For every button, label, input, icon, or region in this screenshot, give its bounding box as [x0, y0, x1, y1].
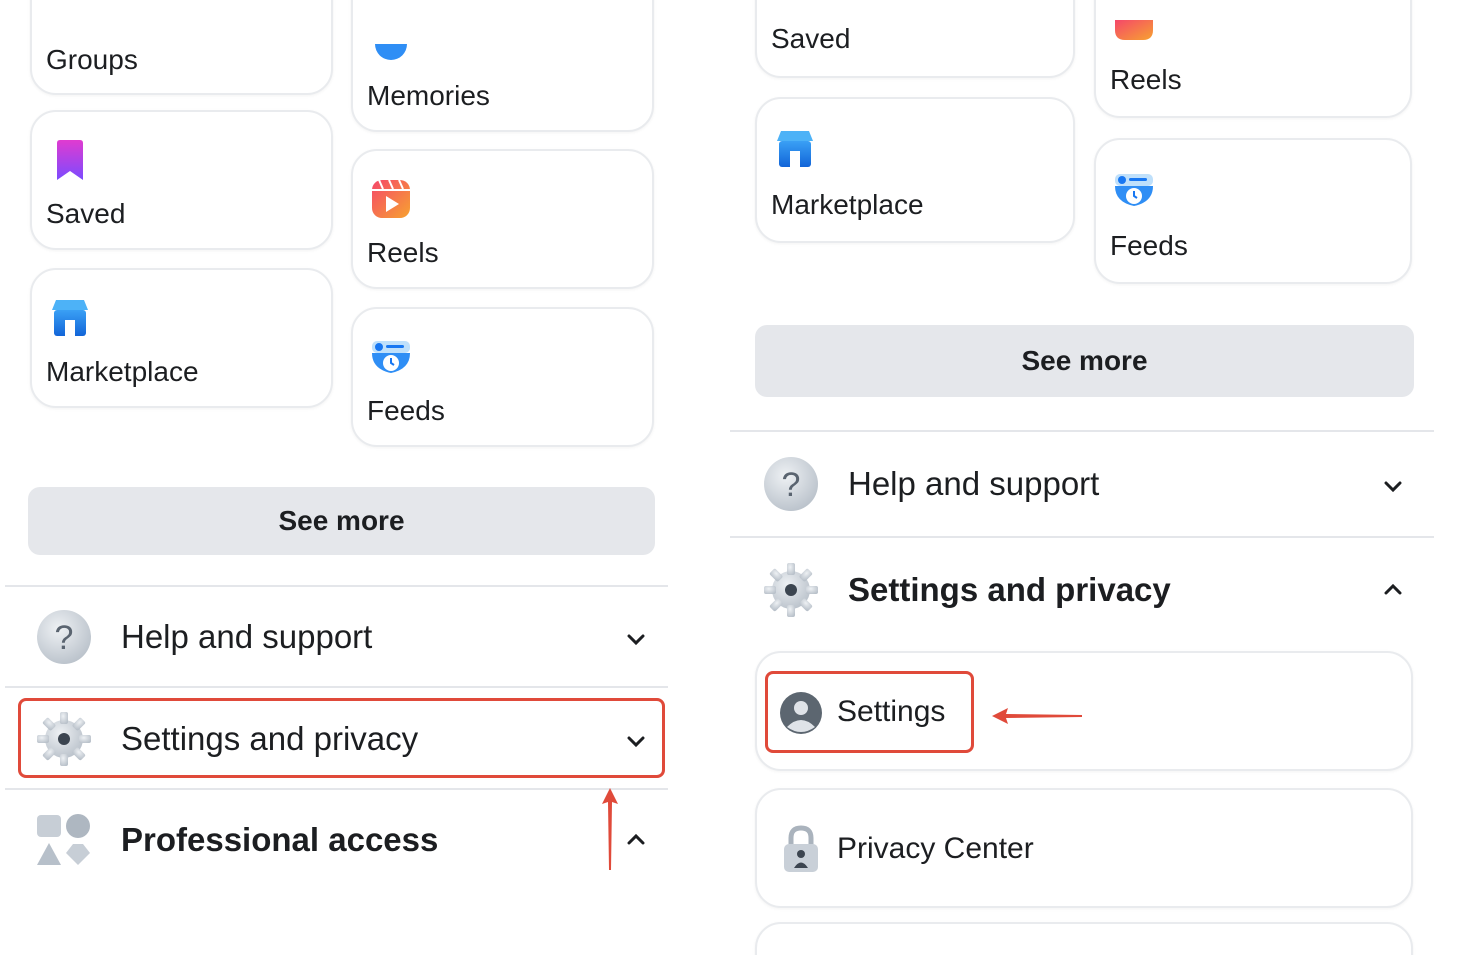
help-question-icon: ? — [37, 610, 91, 664]
tile-saved[interactable]: Saved — [30, 110, 333, 250]
divider — [5, 686, 668, 688]
professional-access-icon — [37, 814, 90, 865]
tile-feeds[interactable]: Feeds — [1094, 138, 1412, 284]
tile-groups-label: Groups — [46, 44, 138, 75]
memories-icon — [375, 44, 407, 60]
highlight-box — [765, 671, 974, 753]
marketplace-store-icon — [52, 300, 88, 336]
submenu-privacy-center-label: Privacy Center — [837, 832, 1034, 865]
tile-marketplace-label: Marketplace — [771, 189, 924, 220]
submenu-privacy-center[interactable]: Privacy Center — [755, 788, 1413, 908]
chevron-down-icon[interactable] — [625, 628, 647, 650]
privacy-lock-icon — [784, 825, 818, 872]
tile-marketplace[interactable]: Marketplace — [755, 97, 1075, 243]
svg-text:?: ? — [782, 466, 801, 504]
divider — [730, 430, 1434, 432]
feeds-icon — [372, 341, 410, 373]
divider — [5, 585, 668, 587]
left-panel: Groups Memories Saved Reels Marketplace — [0, 0, 668, 955]
chevron-up-icon[interactable] — [1382, 579, 1404, 601]
tile-saved-label: Saved — [46, 198, 126, 229]
menu-professional-access[interactable]: Professional access — [35, 811, 665, 869]
chevron-down-icon[interactable] — [1382, 475, 1404, 497]
chevron-up-icon[interactable] — [625, 829, 647, 851]
tile-saved[interactable]: Saved — [755, 0, 1075, 78]
tile-feeds-label: Feeds — [1110, 230, 1188, 261]
menu-settings-privacy-label: Settings and privacy — [848, 571, 1171, 608]
marketplace-store-icon — [777, 131, 813, 167]
menu-help-support-label: Help and support — [848, 465, 1100, 502]
tile-groups[interactable]: Groups — [30, 0, 333, 95]
see-more-button[interactable]: See more — [755, 325, 1414, 397]
tile-feeds[interactable]: Feeds — [351, 307, 654, 447]
menu-help-support[interactable]: ? Help and support — [35, 608, 665, 666]
divider — [730, 536, 1434, 538]
annotation-arrow-icon — [992, 708, 1082, 724]
settings-gear-icon — [764, 563, 818, 617]
tile-reels[interactable]: Reels — [1094, 0, 1412, 118]
tile-saved-label: Saved — [771, 23, 851, 54]
feeds-icon — [1115, 174, 1153, 206]
tile-reels-label: Reels — [1110, 64, 1182, 95]
annotation-arrow-icon — [602, 788, 618, 870]
menu-help-support-label: Help and support — [121, 618, 373, 655]
see-more-button[interactable]: See more — [28, 487, 655, 555]
right-panel: Saved Reels Marketplace Feeds See more ?… — [730, 0, 1440, 955]
menu-settings-privacy[interactable]: Settings and privacy — [762, 561, 1417, 619]
tile-reels-label: Reels — [367, 237, 439, 268]
tile-memories-label: Memories — [367, 80, 490, 111]
highlight-box — [18, 698, 665, 778]
tile-feeds-label: Feeds — [367, 395, 445, 426]
divider — [5, 788, 668, 790]
saved-bookmark-icon — [57, 140, 83, 180]
tile-marketplace[interactable]: Marketplace — [30, 268, 333, 408]
tile-memories[interactable]: Memories — [351, 0, 654, 132]
submenu-next-item[interactable] — [755, 922, 1413, 955]
menu-help-support[interactable]: ? Help and support — [762, 455, 1417, 513]
menu-professional-access-label: Professional access — [121, 821, 439, 858]
svg-text:?: ? — [55, 619, 74, 657]
reels-icon — [1115, 20, 1153, 40]
tile-marketplace-label: Marketplace — [46, 356, 199, 387]
help-question-icon: ? — [764, 457, 818, 511]
reels-icon — [372, 179, 410, 218]
tile-reels[interactable]: Reels — [351, 149, 654, 289]
